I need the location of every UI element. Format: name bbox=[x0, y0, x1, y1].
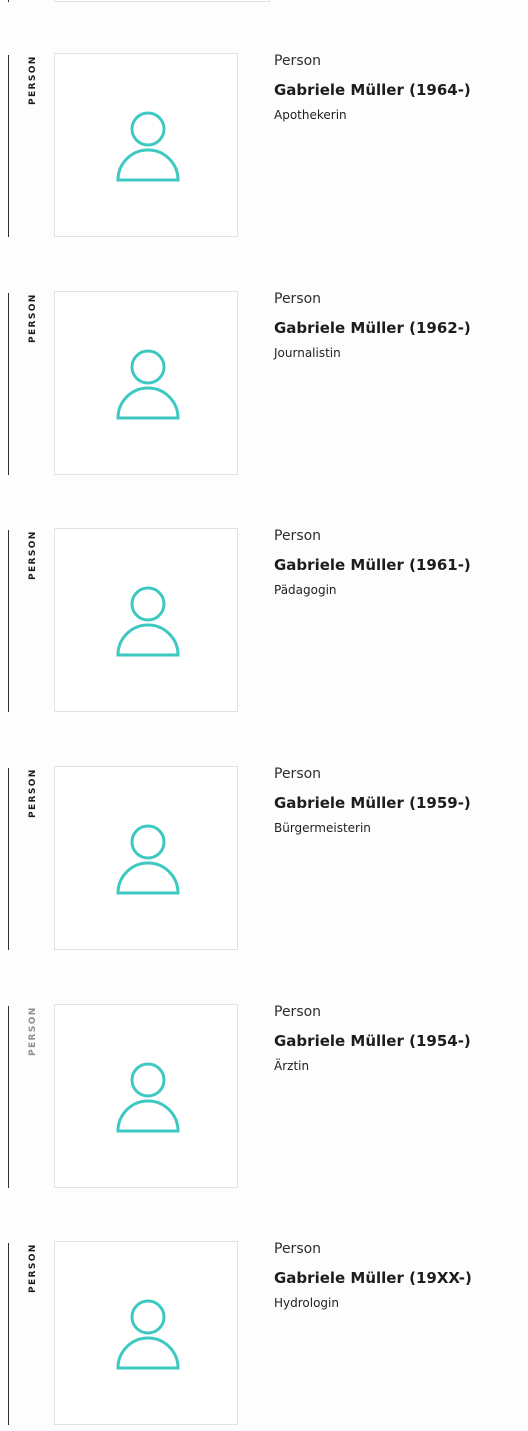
type-label: PERSON bbox=[28, 530, 38, 580]
result-role: Apothekerin bbox=[274, 108, 347, 122]
result-name-link[interactable]: Gabriele Müller (1962-) bbox=[274, 318, 524, 338]
result-role: Bürgermeisterin bbox=[274, 821, 371, 835]
card-side-line bbox=[8, 530, 9, 712]
result-card[interactable]: PERSON Person Gabriele Müller (1954-) Är… bbox=[0, 1004, 528, 1194]
type-label: PERSON bbox=[28, 293, 38, 343]
card-side-line bbox=[8, 1243, 9, 1425]
result-info: Person Gabriele Müller (19XX-) Hydrologi… bbox=[274, 1241, 524, 1311]
result-card[interactable]: PERSON Person Gabriele Müller (1962-) Jo… bbox=[0, 291, 528, 481]
previous-result-side-line bbox=[8, 0, 9, 2]
type-label: PERSON bbox=[28, 1006, 38, 1056]
result-kind: Person bbox=[274, 766, 322, 782]
result-card[interactable]: PERSON Person Gabriele Müller (19XX-) Hy… bbox=[0, 1241, 528, 1431]
result-role: Hydrologin bbox=[274, 1296, 339, 1310]
result-thumbnail[interactable] bbox=[54, 1241, 238, 1425]
result-info: Person Gabriele Müller (1954-) Ärztin bbox=[274, 1004, 524, 1074]
result-kind: Person bbox=[274, 528, 322, 544]
result-kind: Person bbox=[274, 53, 322, 69]
card-side-line bbox=[8, 1006, 9, 1188]
type-label: PERSON bbox=[28, 1243, 38, 1293]
result-card[interactable]: PERSON Person Gabriele Müller (1961-) Pä… bbox=[0, 528, 528, 718]
result-card[interactable]: PERSON Person Gabriele Müller (1959-) Bü… bbox=[0, 766, 528, 956]
result-kind: Person bbox=[274, 1004, 322, 1020]
result-role: Pädagogin bbox=[274, 583, 337, 597]
result-kind: Person bbox=[274, 1241, 322, 1257]
type-label: PERSON bbox=[28, 768, 38, 818]
person-placeholder-icon bbox=[116, 111, 180, 182]
type-label: PERSON bbox=[28, 55, 38, 105]
result-role: Journalistin bbox=[274, 346, 341, 360]
result-role: Ärztin bbox=[274, 1059, 310, 1073]
result-thumbnail[interactable] bbox=[54, 528, 238, 712]
result-info: Person Gabriele Müller (1961-) Pädagogin bbox=[274, 528, 524, 598]
result-thumbnail[interactable] bbox=[54, 53, 238, 237]
person-placeholder-icon bbox=[116, 824, 180, 895]
card-side-line bbox=[8, 55, 9, 237]
person-placeholder-icon bbox=[116, 1062, 180, 1133]
result-thumbnail[interactable] bbox=[54, 766, 238, 950]
result-name-link[interactable]: Gabriele Müller (1964-) bbox=[274, 80, 524, 100]
result-thumbnail[interactable] bbox=[54, 1004, 238, 1188]
result-info: Person Gabriele Müller (1962-) Journalis… bbox=[274, 291, 524, 361]
person-placeholder-icon bbox=[116, 586, 180, 657]
result-name-link[interactable]: Gabriele Müller (1954-) bbox=[274, 1031, 524, 1051]
previous-result-card-edge bbox=[54, 0, 270, 2]
result-name-link[interactable]: Gabriele Müller (19XX-) bbox=[274, 1268, 524, 1288]
result-info: Person Gabriele Müller (1964-) Apotheker… bbox=[274, 53, 524, 123]
result-name-link[interactable]: Gabriele Müller (1961-) bbox=[274, 555, 524, 575]
result-kind: Person bbox=[274, 291, 322, 307]
card-side-line bbox=[8, 293, 9, 475]
person-placeholder-icon bbox=[116, 349, 180, 420]
result-info: Person Gabriele Müller (1959-) Bürgermei… bbox=[274, 766, 524, 836]
card-side-line bbox=[8, 768, 9, 950]
person-placeholder-icon bbox=[116, 1299, 180, 1370]
result-card[interactable]: PERSON Person Gabriele Müller (1964-) Ap… bbox=[0, 53, 528, 243]
result-thumbnail[interactable] bbox=[54, 291, 238, 475]
result-name-link[interactable]: Gabriele Müller (1959-) bbox=[274, 793, 524, 813]
